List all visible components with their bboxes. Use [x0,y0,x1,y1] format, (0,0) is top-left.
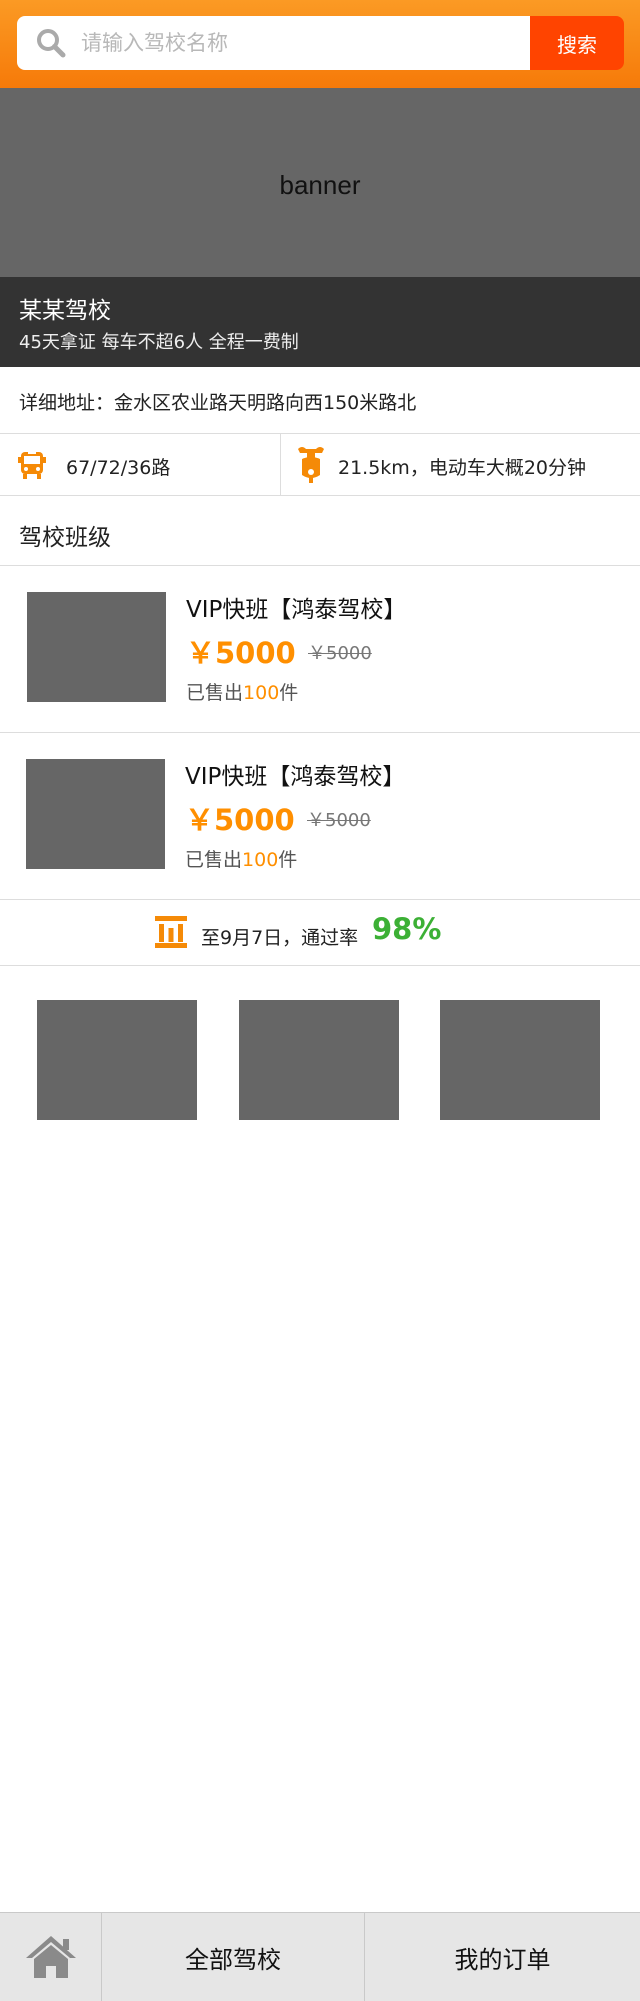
transport-row: 67/72/36路 21.5km，电动车大概20分钟 [0,434,640,496]
sold-prefix: 已售出 [185,849,243,871]
banner[interactable]: banner [0,88,640,277]
tab-my-orders[interactable]: 我的订单 [365,1913,640,2001]
school-info: 某某驾校 45天拿证 每车不超6人 全程一费制 [0,277,640,367]
bus-icon [18,452,46,479]
gallery-image[interactable] [440,1000,600,1120]
home-button[interactable] [0,1913,102,2001]
sold-prefix: 已售出 [186,682,244,704]
gallery-image[interactable] [239,1000,399,1120]
home-icon [26,1936,76,1978]
distance-text: 21.5km，电动车大概20分钟 [338,457,586,479]
sold-count: 100 [243,682,280,704]
address-row: 详细地址：金水区农业路天明路向西150米路北 [0,367,640,434]
tab-all-schools[interactable]: 全部驾校 [102,1913,365,2001]
scooter-icon [298,447,324,483]
bottom-nav: 全部驾校 我的订单 [0,1912,640,2001]
course-original-price: ￥5000 [307,810,371,831]
sold-count: 100 [242,849,279,871]
banner-text: banner [279,170,361,200]
address-text: 详细地址：金水区农业路天明路向西150米路北 [19,392,417,414]
section-title: 驾校班级 [19,525,111,551]
school-tagline: 45天拿证 每车不超6人 全程一费制 [19,332,299,353]
course-thumbnail [27,592,166,702]
course-sold: 已售出100件 [185,845,297,872]
course-price: ￥5000 [185,803,295,837]
pass-rate-label: 至9月7日，通过率 [201,927,359,949]
course-thumbnail [26,759,165,869]
course-price: ￥5000 [186,636,296,670]
bar-chart-icon [155,916,187,948]
pass-rate-value: 98% [372,912,442,946]
sold-suffix: 件 [278,849,298,871]
section-header: 驾校班级 [0,496,640,566]
course-sold: 已售出100件 [186,678,298,705]
divider [280,434,281,495]
sold-suffix: 件 [279,682,299,704]
course-title: VIP快班【鸿泰驾校】 [186,597,407,623]
search-input[interactable] [81,16,521,70]
course-original-price: ￥5000 [308,643,372,664]
search-box [17,16,530,70]
bus-routes-text: 67/72/36路 [66,457,171,479]
course-card[interactable]: VIP快班【鸿泰驾校】 ￥5000 ￥5000 已售出100件 [0,566,640,733]
search-icon [37,29,66,58]
school-name: 某某驾校 [19,298,111,324]
course-title: VIP快班【鸿泰驾校】 [185,764,406,790]
header-bar: 搜索 [0,0,640,88]
pass-rate-row: 至9月7日，通过率 98% [0,898,640,966]
search-button[interactable]: 搜索 [530,16,624,70]
course-card[interactable]: VIP快班【鸿泰驾校】 ￥5000 ￥5000 已售出100件 [0,733,640,900]
gallery-image[interactable] [37,1000,197,1120]
